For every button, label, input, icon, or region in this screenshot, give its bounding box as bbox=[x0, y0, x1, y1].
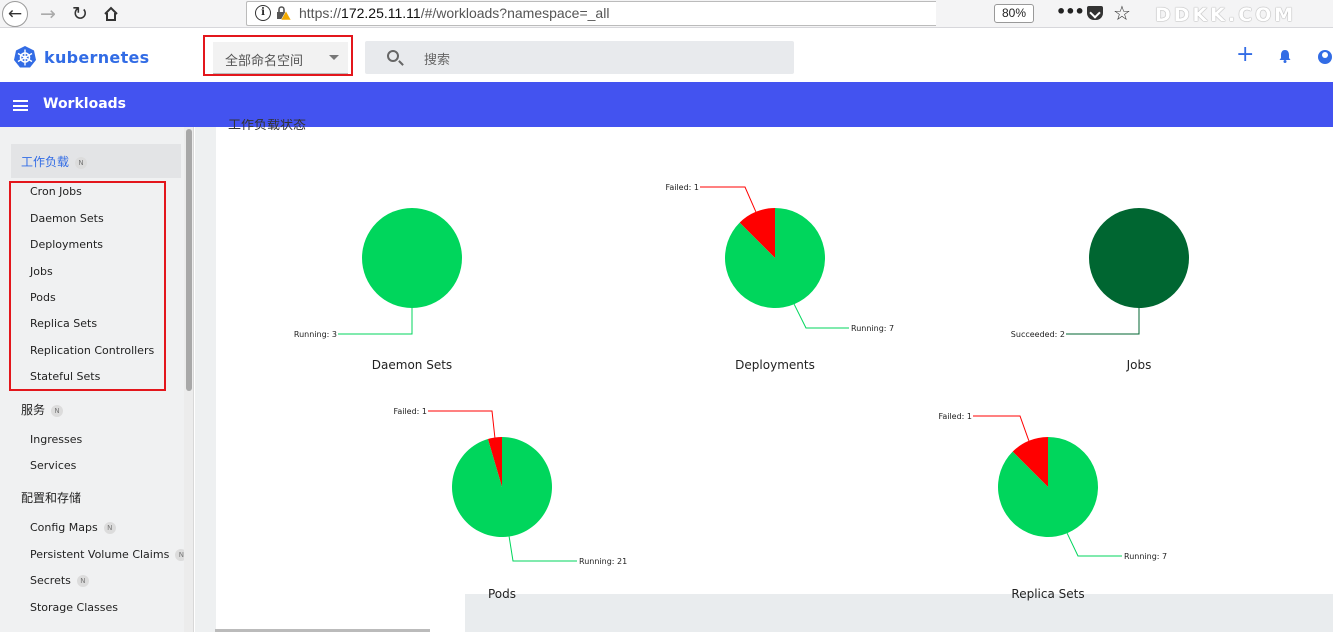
chart-title: Pods bbox=[487, 587, 517, 601]
pie-callout-line bbox=[973, 415, 1030, 441]
pie-callout-line bbox=[1066, 532, 1122, 557]
pie-slice-running[interactable] bbox=[362, 208, 462, 308]
pie-slice-label: Running: 7 bbox=[1124, 552, 1167, 561]
chart-title: Deployments bbox=[735, 358, 815, 372]
pie-callout-line bbox=[793, 303, 849, 329]
pie-callout-line bbox=[700, 186, 757, 213]
pie-slice-label: Running: 3 bbox=[294, 330, 337, 339]
pie-slice-running[interactable] bbox=[998, 437, 1098, 537]
chart-title: Replica Sets bbox=[1011, 587, 1085, 601]
chart-title: Jobs bbox=[1126, 358, 1152, 372]
pie-chart-deployments: Failed: 1 Running: 7 bbox=[665, 183, 894, 333]
pie-slice-running[interactable] bbox=[452, 437, 553, 537]
pie-slice-label: Failed: 1 bbox=[665, 183, 699, 192]
pie-slice-label: Running: 7 bbox=[851, 324, 894, 333]
pie-callout-line bbox=[508, 536, 577, 562]
pie-callout-line bbox=[338, 308, 413, 335]
pie-chart-jobs: Succeeded: 2 bbox=[1011, 208, 1189, 339]
pie-callout-line bbox=[428, 410, 496, 438]
pie-slice-label: Succeeded: 2 bbox=[1011, 330, 1065, 339]
workload-status-charts: Running: 3 Failed: 1 Running: 7 Succeeded: … bbox=[294, 183, 1189, 566]
pie-chart-pods: Failed: 1 Running: 21 bbox=[393, 407, 627, 566]
pie-callout-line bbox=[1066, 308, 1140, 335]
pie-slice-label: Running: 21 bbox=[579, 557, 627, 566]
pie-chart-daemon-sets: Running: 3 bbox=[294, 208, 462, 339]
pie-slice-label: Failed: 1 bbox=[938, 412, 972, 421]
pie-slice-succeeded[interactable] bbox=[1089, 208, 1189, 308]
chart-title: Daemon Sets bbox=[371, 358, 453, 372]
pie-chart-replica-sets: Failed: 1 Running: 7 bbox=[938, 412, 1167, 561]
pie-slice-label: Failed: 1 bbox=[393, 407, 427, 416]
